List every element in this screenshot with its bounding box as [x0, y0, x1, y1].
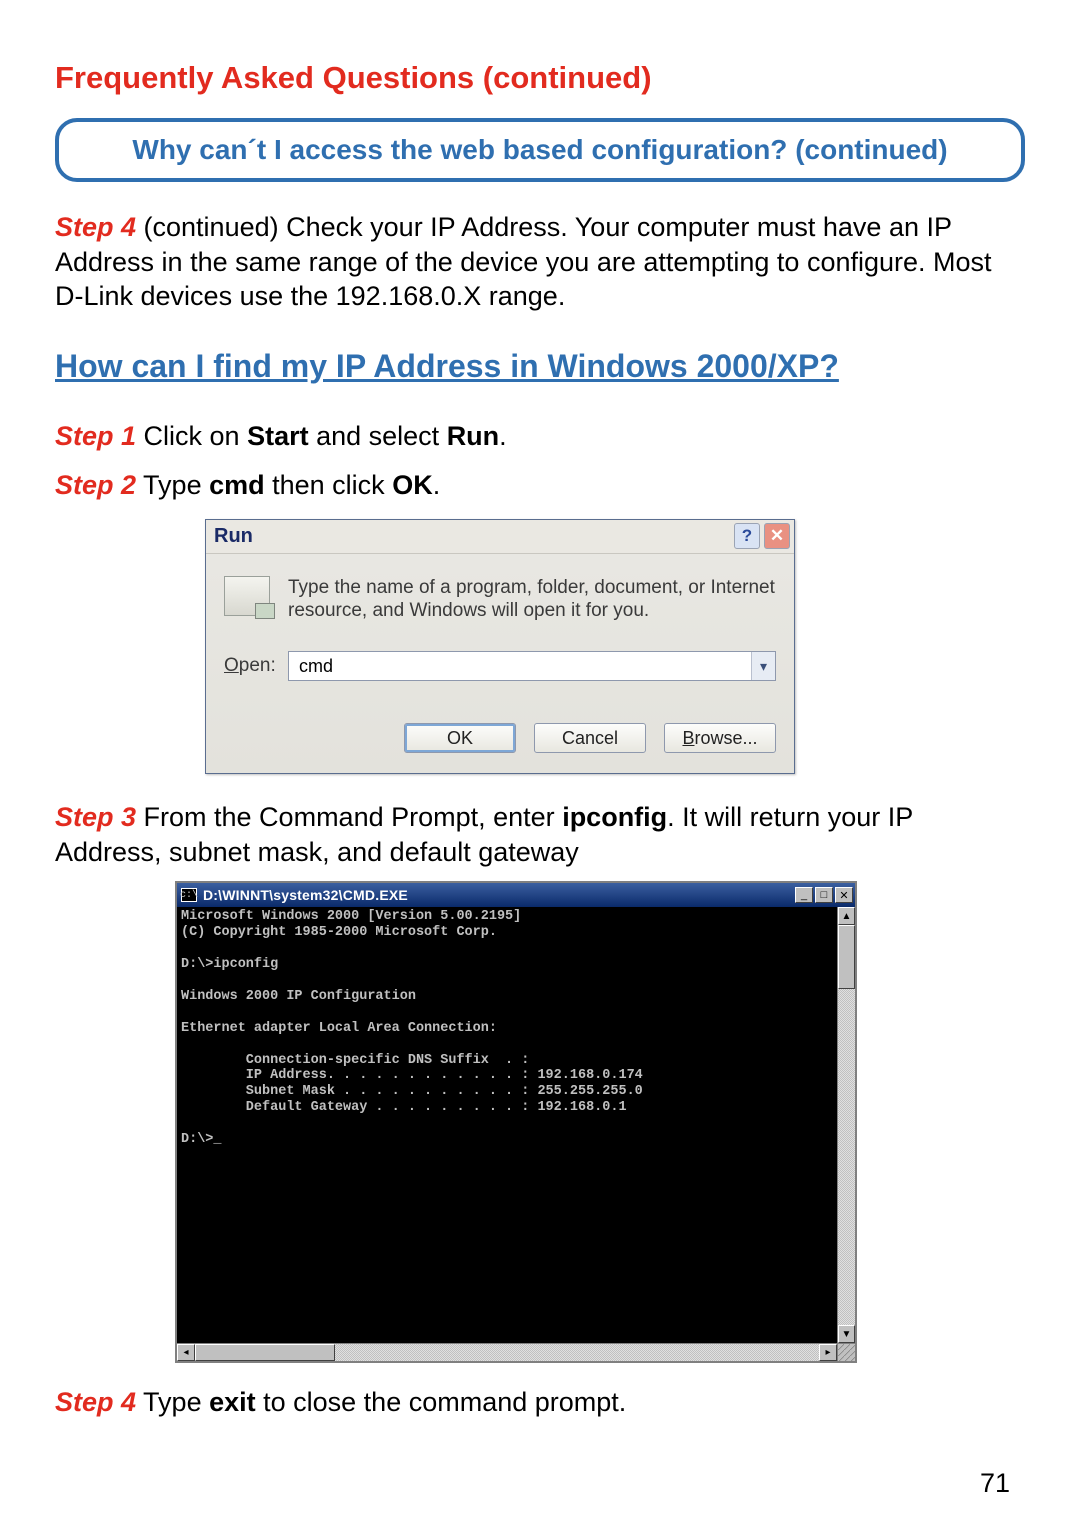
run-titlebar: Run ? ✕: [206, 520, 794, 554]
step3-label: Step 3: [55, 802, 136, 832]
run-icon: [224, 576, 270, 616]
run-dialog: Run ? ✕ Type the name of a program, fold…: [205, 519, 795, 775]
step4-label: Step 4: [55, 1387, 136, 1417]
question-text: Why can´t I access the web based configu…: [132, 134, 947, 165]
close-button[interactable]: ✕: [764, 523, 790, 549]
vertical-scrollbar[interactable]: ▲ ▼: [837, 907, 855, 1343]
page-number: 71: [980, 1468, 1010, 1499]
chevron-down-icon[interactable]: ▾: [751, 652, 775, 680]
step2-line: Step 2 Type cmd then click OK.: [55, 470, 1025, 501]
step2-label: Step 2: [55, 470, 136, 500]
browse-button[interactable]: Browse...: [664, 723, 776, 753]
open-combobox[interactable]: cmd ▾: [288, 651, 776, 681]
cmd-titlebar: c:\ D:\WINNT\system32\CMD.EXE _ □ ✕: [177, 883, 855, 907]
faq-title: Frequently Asked Questions (continued): [55, 60, 1025, 96]
run-description: Type the name of a program, folder, docu…: [288, 576, 776, 624]
resize-grip-icon[interactable]: [837, 1344, 855, 1361]
minimize-button[interactable]: _: [795, 887, 813, 903]
step3-line: Step 3 From the Command Prompt, enter ip…: [55, 800, 1025, 869]
scroll-down-icon[interactable]: ▼: [838, 1325, 855, 1343]
cmd-window: c:\ D:\WINNT\system32\CMD.EXE _ □ ✕ Micr…: [175, 881, 857, 1363]
hscroll-track[interactable]: [195, 1344, 819, 1361]
subheading: How can I find my IP Address in Windows …: [55, 348, 1025, 385]
scroll-up-icon[interactable]: ▲: [838, 907, 855, 925]
close-button[interactable]: ✕: [835, 887, 853, 903]
cmd-title: D:\WINNT\system32\CMD.EXE: [203, 887, 793, 903]
step1-label: Step 1: [55, 421, 136, 451]
step-label: Step 4: [55, 212, 136, 242]
cmd-icon: c:\: [181, 888, 197, 902]
open-label: Open:: [224, 655, 288, 677]
hscroll-thumb[interactable]: [195, 1344, 335, 1361]
cmd-output: Microsoft Windows 2000 [Version 5.00.219…: [177, 907, 837, 1343]
step4-cont-paragraph: Step 4 (continued) Check your IP Address…: [55, 210, 1025, 314]
run-title: Run: [214, 525, 730, 548]
run-dialog-figure: Run ? ✕ Type the name of a program, fold…: [205, 519, 1025, 775]
scroll-track[interactable]: [838, 925, 855, 1325]
cancel-button[interactable]: Cancel: [534, 723, 646, 753]
horizontal-scrollbar[interactable]: ◂ ▸: [177, 1343, 855, 1361]
step-cont: (continued): [136, 212, 286, 242]
scroll-thumb[interactable]: [838, 925, 855, 989]
maximize-button[interactable]: □: [815, 887, 833, 903]
step1-line: Step 1 Click on Start and select Run.: [55, 421, 1025, 452]
question-box: Why can´t I access the web based configu…: [55, 118, 1025, 182]
cmd-window-figure: c:\ D:\WINNT\system32\CMD.EXE _ □ ✕ Micr…: [175, 881, 1025, 1363]
scroll-right-icon[interactable]: ▸: [819, 1344, 837, 1361]
ok-button[interactable]: OK: [404, 723, 516, 753]
help-button[interactable]: ?: [734, 523, 760, 549]
open-value: cmd: [299, 656, 751, 677]
scroll-left-icon[interactable]: ◂: [177, 1344, 195, 1361]
step4-line: Step 4 Type exit to close the command pr…: [55, 1387, 1025, 1418]
